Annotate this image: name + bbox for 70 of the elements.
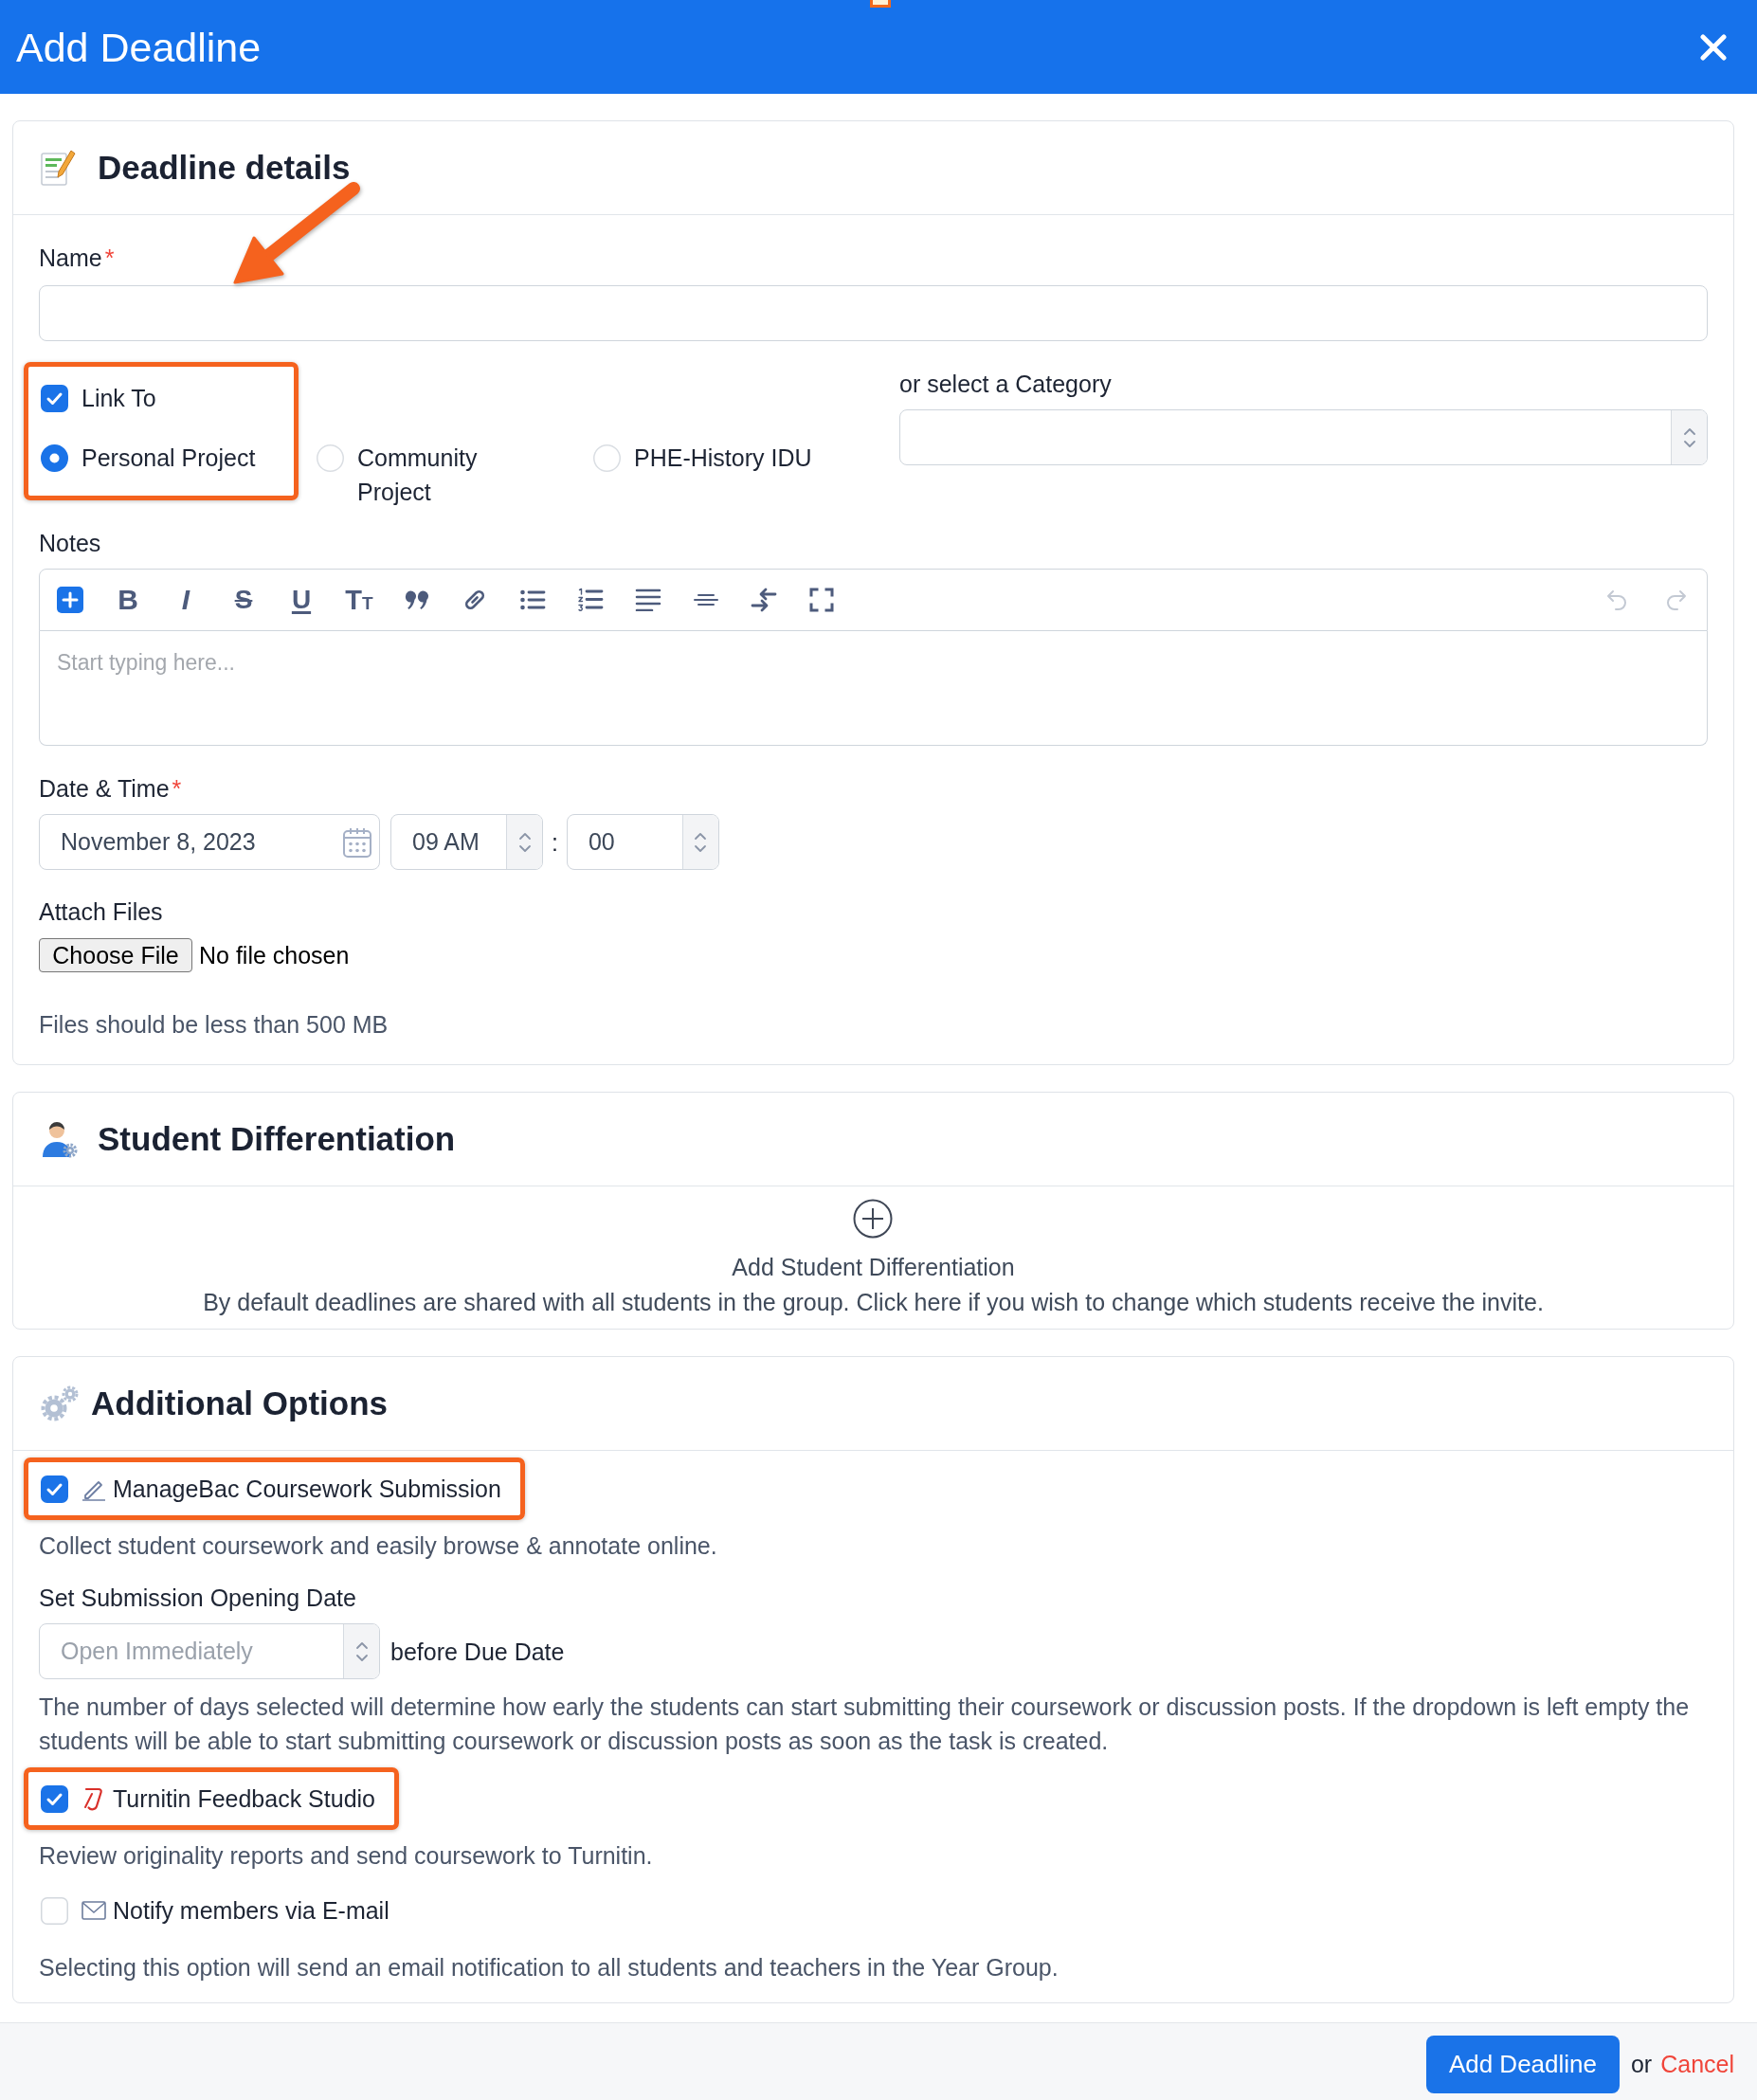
section-title: Additional Options bbox=[91, 1384, 389, 1423]
marker-icon bbox=[870, 0, 891, 8]
checkbox-label: ManageBac Coursework Submission bbox=[113, 1475, 501, 1504]
plus-circle-icon bbox=[853, 1199, 894, 1239]
close-button[interactable] bbox=[1700, 33, 1727, 61]
strikethrough-button[interactable]: S bbox=[223, 579, 264, 621]
radio-label: PHE-History IDU bbox=[634, 444, 812, 473]
hour-select[interactable]: 09 AM bbox=[390, 814, 543, 870]
field-label: Set Submission Opening Date bbox=[39, 1584, 356, 1612]
cancel-link[interactable]: Cancel bbox=[1660, 2050, 1734, 2078]
add-deadline-button[interactable]: Add Deadline bbox=[1425, 2035, 1620, 2093]
required-mark: * bbox=[104, 244, 115, 272]
font-size-button[interactable]: TT bbox=[338, 579, 380, 621]
plus-icon bbox=[57, 587, 83, 613]
bold-button[interactable]: B bbox=[107, 579, 149, 621]
field-label: or select a Category bbox=[899, 370, 1113, 398]
bullet-list-icon bbox=[519, 588, 546, 611]
italic-button[interactable]: I bbox=[165, 579, 207, 621]
radio-button[interactable] bbox=[41, 444, 68, 472]
add-student-differentiation-button[interactable]: Add Student Differentiation bbox=[732, 1199, 1015, 1281]
horizontal-rule-icon bbox=[693, 593, 719, 606]
notepad-icon bbox=[40, 149, 76, 187]
fullscreen-icon bbox=[809, 588, 834, 612]
checkbox[interactable] bbox=[41, 1475, 68, 1503]
select-suffix: before Due Date bbox=[390, 1637, 565, 1666]
file-status: No file chosen bbox=[199, 941, 350, 969]
window-title: Add Deadline bbox=[16, 23, 262, 71]
option-description: Selecting this option will send an email notification to all students and teachers in the Year Group. bbox=[39, 1953, 1059, 1982]
stepper-icon bbox=[681, 815, 718, 869]
separator-text: or bbox=[1630, 2050, 1653, 2078]
option-description: Collect student coursework and easily browse & annotate online. bbox=[39, 1531, 717, 1560]
opening-date-note: The number of days selected will determine how early the students can start submitting their coursework or discussion posts. If the dropdown is left empty the students will be able to start submitting coursework or discussion posts as soon as the task is created. bbox=[39, 1693, 1691, 1756]
undo-icon bbox=[1605, 588, 1628, 611]
gears-icon bbox=[40, 1385, 80, 1422]
notes-field[interactable]: Start typing here... bbox=[39, 631, 1708, 746]
field-label: Date & Time bbox=[39, 774, 170, 803]
stepper-icon bbox=[1671, 410, 1707, 464]
checkbox-label: Turnitin Feedback Studio bbox=[113, 1784, 375, 1814]
close-icon bbox=[1700, 33, 1727, 61]
name-field[interactable] bbox=[39, 285, 1708, 341]
quote-icon bbox=[405, 589, 429, 610]
arrows-icon bbox=[751, 587, 777, 613]
envelope-icon bbox=[82, 1901, 106, 1920]
stepper-icon bbox=[506, 815, 542, 869]
field-label: Attach Files bbox=[39, 897, 163, 926]
radio-label: Personal Project bbox=[82, 444, 256, 473]
checkbox[interactable] bbox=[41, 384, 68, 412]
field-label: Name bbox=[39, 244, 102, 272]
file-size-hint: Files should be less than 500 MB bbox=[39, 1010, 389, 1039]
minute-select[interactable]: 00 bbox=[566, 814, 719, 870]
section-title: Student Differentiation bbox=[98, 1119, 456, 1159]
radio-label: Community Project bbox=[357, 444, 479, 507]
checkbox-label: Link To bbox=[82, 384, 156, 413]
checkbox[interactable] bbox=[41, 1784, 68, 1813]
section-title: Deadline details bbox=[98, 148, 351, 188]
stepper-icon bbox=[343, 1624, 379, 1678]
date-field[interactable]: November 8, 2023 bbox=[39, 814, 380, 870]
field-label: Notes bbox=[39, 529, 101, 557]
person-gear-icon bbox=[40, 1120, 78, 1158]
numbered-list-icon bbox=[577, 588, 604, 612]
checkbox-label: Notify members via E-mail bbox=[113, 1896, 389, 1926]
underline-button[interactable]: U bbox=[281, 579, 322, 621]
option-description: Review originality reports and send coursework to Turnitin. bbox=[39, 1841, 653, 1870]
calendar-icon bbox=[343, 826, 371, 858]
align-justify-icon bbox=[635, 588, 661, 611]
required-mark: * bbox=[172, 774, 182, 803]
time-separator: : bbox=[552, 827, 558, 857]
redo-icon bbox=[1665, 588, 1688, 611]
differentiation-description: By default deadlines are shared with all students in the group. Click here if you wish to change which students receive the invite. bbox=[203, 1288, 1544, 1316]
choose-file-button[interactable]: Choose File bbox=[39, 938, 192, 972]
